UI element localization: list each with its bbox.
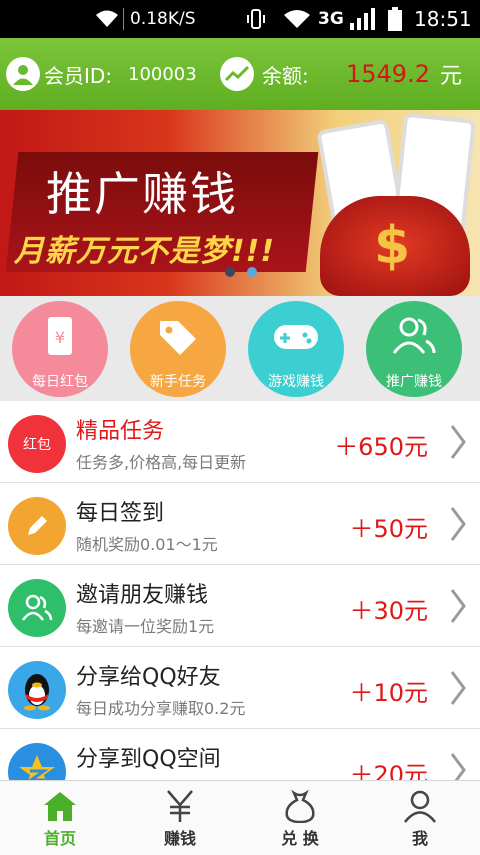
svg-text:¥: ¥ [55,328,65,347]
pencil-icon [8,497,66,555]
task-reward: ＋650元 [334,433,428,461]
status-bar: 0.18K/S 3G 18:51 [0,0,480,38]
balance-chart-icon [220,38,254,110]
task-title: 分享到QQ空间 [76,747,221,772]
person-icon [404,790,436,823]
gamepad-icon [274,325,318,349]
list-item-share-qq-friend[interactable]: 分享给QQ好友 每日成功分享赚取0.2元 ＋10元 [0,647,480,729]
red-envelope-badge-icon: 红包 [8,415,66,473]
list-item-daily-checkin[interactable]: 每日签到 随机奖励0.01～1元 ＋50元 [0,483,480,565]
tab-home[interactable]: 首页 [0,781,120,855]
member-id-value: 100003 [128,63,197,85]
network-type: 3G [318,9,344,29]
status-divider [123,8,124,30]
chevron-right-icon [450,425,466,459]
task-subtitle: 每日成功分享赚取0.2元 [76,699,246,718]
task-list: 红包 精品任务 任务多,价格高,每日更新 ＋650元 每日签到 随机奖励0.01… [0,401,480,811]
yen-icon [167,790,193,822]
balance-label: 余额: [262,63,309,88]
bottom-nav: 首页 赚钱 兑 换 我 [0,780,480,855]
tab-label: 我 [411,829,428,848]
home-icon [44,792,76,821]
category-label: 每日红包 [32,374,88,390]
cell-signal-icon [350,0,380,38]
balance-value: 1549.2 [346,60,430,88]
chevron-right-icon [450,507,466,541]
task-reward: ＋10元 [349,679,428,707]
qq-penguin-icon [8,661,66,719]
list-item-premium-tasks[interactable]: 红包 精品任务 任务多,价格高,每日更新 ＋650元 [0,401,480,483]
list-item-invite-friends[interactable]: 邀请朋友赚钱 每邀请一位奖励1元 ＋30元 [0,565,480,647]
wifi-icon [94,0,120,38]
chevron-right-icon [450,589,466,623]
battery-icon [388,0,402,38]
vibrate-icon [244,0,268,38]
tab-label: 兑 换 [281,829,319,848]
banner-slogan: 月薪万元不是梦!!! [14,234,276,269]
red-envelope-icon: ¥ [48,317,72,355]
banner-headline: 推广赚钱 [46,167,238,221]
task-reward: ＋30元 [349,597,428,625]
tag-icon [160,321,196,355]
users-icon [8,579,66,637]
tab-label: 首页 [43,829,76,848]
category-row: ¥ 每日红包 新手任务 游戏赚钱 推广赚钱 [0,296,480,401]
task-title: 每日签到 [76,501,165,526]
task-subtitle: 任务多,价格高,每日更新 [76,453,247,472]
category-game-earning[interactable]: 游戏赚钱 [248,301,344,397]
wifi-signal-icon [282,0,312,38]
net-speed: 0.18K/S [130,9,196,29]
tab-me[interactable]: 我 [360,781,480,855]
tab-exchange[interactable]: 兑 换 [240,781,360,855]
category-label: 游戏赚钱 [268,374,324,390]
promo-banner[interactable]: 推广赚钱 月薪万元不是梦!!! $ [0,110,480,296]
dollar-sign-icon: $ [374,216,411,276]
task-subtitle: 随机奖励0.01～1元 [76,535,218,554]
task-title: 邀请朋友赚钱 [76,583,209,608]
category-newbie-tasks[interactable]: 新手任务 [130,301,226,397]
category-daily-red-envelope[interactable]: ¥ 每日红包 [12,301,108,397]
carousel-dots[interactable] [222,266,262,278]
category-label: 新手任务 [150,374,206,390]
task-reward: ＋50元 [349,515,428,543]
task-title: 分享给QQ好友 [76,665,221,690]
clock: 18:51 [414,7,472,31]
category-promotion-earning[interactable]: 推广赚钱 [366,301,462,397]
member-avatar-icon [6,38,40,110]
account-header: 会员ID: 100003 余额: 1549.2 元 [0,38,480,110]
task-subtitle: 每邀请一位奖励1元 [76,617,215,636]
member-id-label: 会员ID: [44,63,113,88]
tab-earn[interactable]: 赚钱 [120,781,240,855]
money-bag-icon [285,789,315,823]
users-icon [392,317,436,354]
balance-currency: 元 [440,64,463,89]
task-title: 精品任务 [76,419,165,444]
chevron-right-icon [450,671,466,705]
category-label: 推广赚钱 [386,374,442,390]
tab-label: 赚钱 [163,829,196,848]
